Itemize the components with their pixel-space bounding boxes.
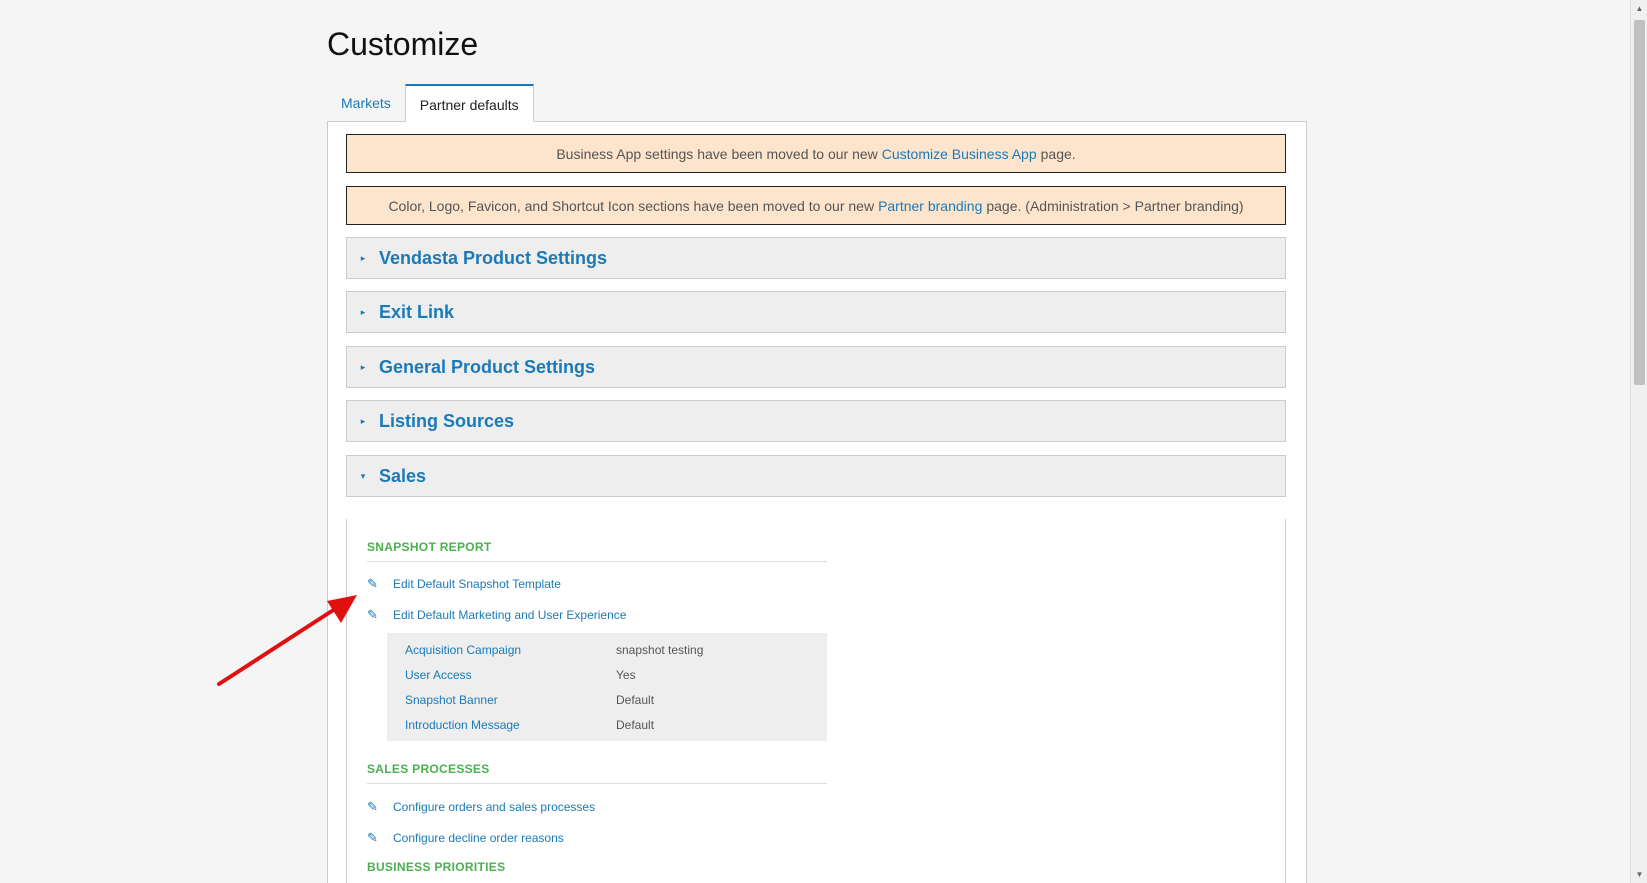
section-label: Vendasta Product Settings	[379, 247, 608, 268]
page-title: Customize	[327, 26, 479, 62]
section-listing-sources[interactable]: ▸ Listing Sources	[346, 400, 1286, 442]
scroll-down-icon[interactable]: ▼	[1631, 866, 1647, 883]
tab-partner-defaults[interactable]: Partner defaults	[404, 84, 534, 122]
action-label: Configure orders and sales processes	[393, 800, 596, 814]
action-label: Edit Default Snapshot Template	[393, 577, 561, 591]
pencil-icon: ✎	[367, 576, 378, 591]
table-row: Acquisition Campaign snapshot testing	[387, 637, 827, 662]
page: Customize Markets Partner defaults Busin…	[0, 0, 1630, 883]
pencil-icon: ✎	[367, 607, 378, 622]
table-row: Introduction Message Default	[387, 712, 827, 737]
edit-default-marketing-link[interactable]: ✎ Edit Default Marketing and User Experi…	[367, 607, 626, 623]
notice-text: page.	[1040, 145, 1076, 162]
divider	[367, 783, 827, 784]
section-general-product-settings[interactable]: ▸ General Product Settings	[346, 346, 1286, 388]
caret-down-icon: ▾	[360, 470, 366, 481]
section-sales[interactable]: ▾ Sales	[346, 455, 1286, 497]
sales-section-body: SNAPSHOT REPORT ✎ Edit Default Snapshot …	[346, 519, 1286, 883]
vertical-scrollbar[interactable]: ▲ ▼	[1630, 0, 1647, 883]
business-priorities-heading: BUSINESS PRIORITIES	[367, 860, 506, 874]
configure-orders-link[interactable]: ✎ Configure orders and sales processes	[367, 799, 595, 815]
section-label: General Product Settings	[379, 356, 596, 377]
setting-value: Default	[616, 717, 655, 732]
configure-decline-reasons-link[interactable]: ✎ Configure decline order reasons	[367, 830, 564, 846]
caret-right-icon: ▸	[360, 415, 366, 426]
section-label: Sales	[379, 465, 427, 486]
sales-processes-heading: SALES PROCESSES	[367, 762, 490, 776]
setting-value: Default	[616, 692, 655, 707]
section-vendasta-product-settings[interactable]: ▸ Vendasta Product Settings	[346, 237, 1286, 279]
caret-right-icon: ▸	[360, 252, 366, 263]
notice-text: page. (Administration > Partner branding…	[986, 197, 1244, 214]
setting-key: User Access	[405, 667, 472, 682]
caret-right-icon: ▸	[360, 361, 366, 372]
tab-markets[interactable]: Markets	[327, 84, 405, 122]
notice-text: Color, Logo, Favicon, and Shortcut Icon …	[388, 197, 875, 214]
setting-key: Acquisition Campaign	[405, 642, 522, 657]
scrollbar-thumb[interactable]	[1634, 20, 1645, 385]
customize-business-app-link[interactable]: Customize Business App	[882, 146, 1037, 162]
table-row: Snapshot Banner Default	[387, 687, 827, 712]
tab-bar: Markets Partner defaults	[327, 84, 534, 122]
notice-text: Business App settings have been moved to…	[556, 145, 878, 162]
pencil-icon: ✎	[367, 830, 378, 845]
edit-default-snapshot-template-link[interactable]: ✎ Edit Default Snapshot Template	[367, 576, 561, 592]
setting-key: Introduction Message	[405, 717, 520, 732]
section-exit-link[interactable]: ▸ Exit Link	[346, 291, 1286, 333]
action-label: Configure decline order reasons	[393, 831, 564, 845]
section-label: Listing Sources	[379, 410, 515, 431]
notice-business-app: Business App settings have been moved to…	[346, 134, 1286, 173]
snapshot-settings-table: Acquisition Campaign snapshot testing Us…	[387, 633, 827, 741]
setting-value: snapshot testing	[616, 642, 704, 657]
partner-branding-link[interactable]: Partner branding	[878, 198, 982, 214]
setting-value: Yes	[616, 667, 636, 682]
settings-panel: Business App settings have been moved to…	[327, 121, 1307, 883]
caret-right-icon: ▸	[360, 306, 366, 317]
section-label: Exit Link	[379, 301, 455, 322]
annotation-arrow-icon	[217, 595, 357, 686]
snapshot-report-heading: SNAPSHOT REPORT	[367, 540, 492, 554]
notice-partner-branding: Color, Logo, Favicon, and Shortcut Icon …	[346, 186, 1286, 225]
action-label: Edit Default Marketing and User Experien…	[393, 608, 627, 622]
divider	[367, 561, 827, 562]
table-row: User Access Yes	[387, 662, 827, 687]
setting-key: Snapshot Banner	[405, 692, 498, 707]
pencil-icon: ✎	[367, 799, 378, 814]
scroll-up-icon[interactable]: ▲	[1631, 0, 1647, 17]
